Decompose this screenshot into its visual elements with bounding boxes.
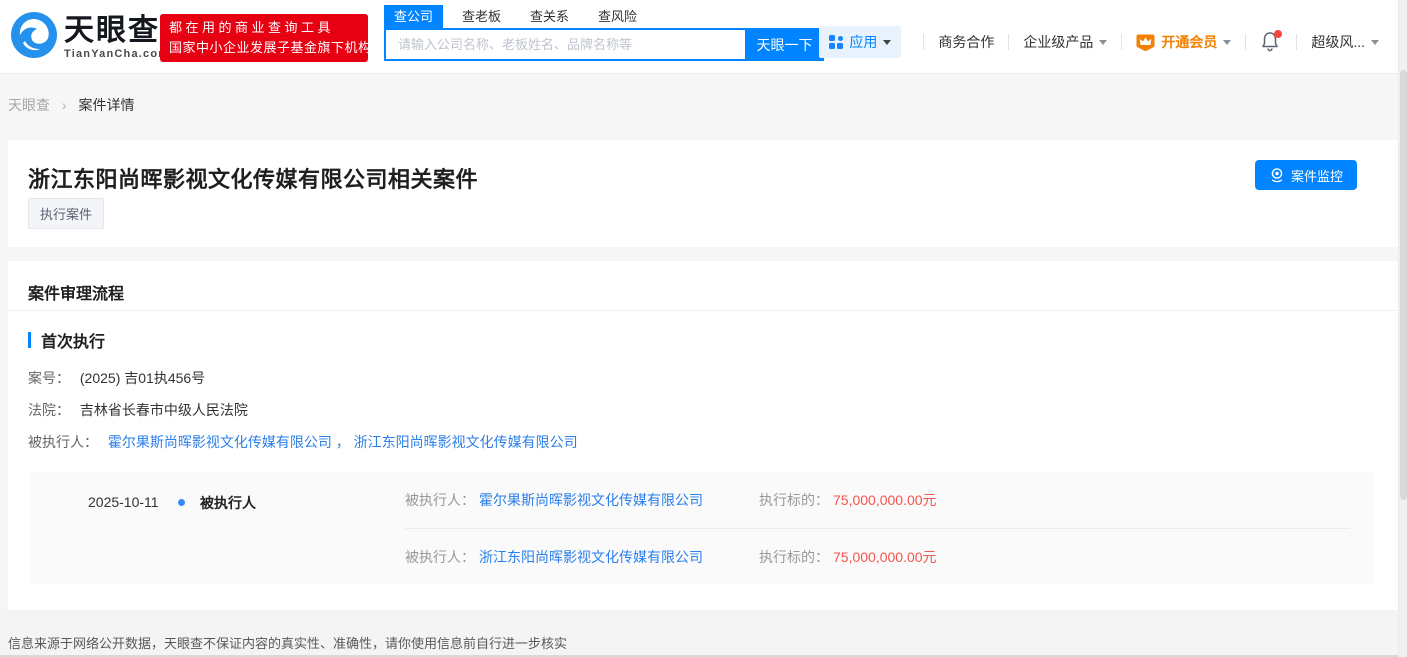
- apps-menu[interactable]: 应用: [819, 26, 902, 58]
- row-defendant-label: 被执行人：: [405, 492, 475, 508]
- site-header: 天眼查 TianYanCha.com 都在用的商业查询工具 国家中小企业发展子基…: [0, 0, 1407, 74]
- row-defendant-company-link[interactable]: 霍尔果斯尚晖影视文化传媒有限公司: [479, 490, 703, 510]
- nav-divider: [1121, 34, 1123, 50]
- search-button[interactable]: 天眼一下: [745, 28, 824, 61]
- header-nav: 应用 商务合作 企业级产品 开通会员 超级风...: [819, 25, 1379, 59]
- search-tabs: 查公司 查老板 查关系 查风险: [384, 5, 824, 28]
- nav-item-open-membership[interactable]: 开通会员: [1136, 32, 1232, 52]
- search-tab-company[interactable]: 查公司: [384, 5, 444, 28]
- breadcrumb-home[interactable]: 天眼查: [8, 97, 50, 113]
- notifications-bell-icon[interactable]: [1260, 30, 1283, 53]
- nav-divider: [1008, 34, 1010, 50]
- scrollbar-thumb[interactable]: [1400, 70, 1407, 500]
- case-monitor-button[interactable]: 案件监控: [1254, 160, 1357, 190]
- timeline-entry: 2025-10-11 被执行人 被执行人： 霍尔果斯尚晖影视文化传媒有限公司 执…: [30, 472, 1374, 584]
- defendant-company-link[interactable]: 浙江东阳尚晖影视文化传媒有限公司: [354, 434, 578, 450]
- row-amount-label: 执行标的：: [759, 492, 829, 508]
- logo-brand-text: 天眼查: [64, 14, 160, 47]
- page-footer: 信息来源于网络公开数据，天眼查不保证内容的真实性、准确性，请你使用信息前自行进一…: [0, 610, 1407, 657]
- nav-item-business-cooperation[interactable]: 商务合作: [938, 32, 994, 52]
- court-label: 法院：: [28, 402, 70, 418]
- defendants-field: 被执行人： 霍尔果斯尚晖影视文化传媒有限公司 ， 浙江东阳尚晖影视文化传媒有限公…: [28, 432, 578, 452]
- row-defendant-label: 被执行人：: [405, 548, 475, 565]
- promo-banner-line1: 都在用的商业查询工具: [169, 20, 335, 35]
- tianyancha-eye-icon: [10, 11, 58, 64]
- case-flow-card: 案件审理流程 首次执行 案号： (2025) 吉01执456号 法院： 吉林省长…: [8, 261, 1398, 610]
- monitor-camera-icon: [1271, 168, 1283, 183]
- section-divider: [8, 310, 1398, 311]
- chevron-down-icon: [883, 39, 892, 45]
- row-amount-label: 执行标的：: [759, 548, 829, 565]
- court-field: 法院： 吉林省长春市中级人民法院: [28, 400, 248, 420]
- nav-divider: [1245, 34, 1247, 50]
- chevron-down-icon: [1099, 39, 1108, 45]
- chevron-down-icon: [1371, 39, 1379, 45]
- defendants-separator: ，: [335, 434, 350, 450]
- logo-domain-text: TianYanCha.com: [64, 48, 170, 60]
- breadcrumb-current: 案件详情: [78, 97, 135, 113]
- breadcrumb: 天眼查 › 案件详情: [8, 95, 134, 115]
- open-membership-label: 开通会员: [1161, 34, 1218, 50]
- stage-accent-bar: [28, 332, 31, 348]
- timeline-date: 2025-10-11: [88, 494, 159, 510]
- timeline-detail-row: 被执行人： 霍尔果斯尚晖影视文化传媒有限公司 执行标的： 75,000,000.…: [405, 472, 1350, 528]
- court-value: 吉林省长春市中级人民法院: [79, 402, 248, 418]
- search-tab-risk[interactable]: 查风险: [588, 5, 647, 28]
- super-risk-label: 超级风...: [1311, 34, 1365, 50]
- search-tab-boss[interactable]: 查老板: [452, 5, 511, 28]
- app-grid-icon: [829, 35, 844, 49]
- case-number-label: 案号：: [28, 370, 70, 386]
- page-title: 浙江东阳尚晖影视文化传媒有限公司相关案件: [28, 167, 479, 192]
- promo-banner: 都在用的商业查询工具 国家中小企业发展子基金旗下机构: [160, 14, 372, 62]
- row-amount-value: 75,000,000.00元: [833, 548, 937, 565]
- search-input[interactable]: [384, 28, 745, 61]
- section-title: 案件审理流程: [28, 286, 125, 303]
- defendant-company-link[interactable]: 霍尔果斯尚晖影视文化传媒有限公司: [108, 434, 332, 450]
- row-defendant-company-link[interactable]: 浙江东阳尚晖影视文化传媒有限公司: [479, 547, 703, 567]
- timeline-event-title: 被执行人: [200, 495, 256, 511]
- row-amount-value: 75,000,000.00元: [833, 492, 937, 508]
- nav-item-super-risk[interactable]: 超级风...: [1311, 32, 1379, 52]
- defendants-label: 被执行人：: [28, 434, 98, 450]
- case-monitor-label: 案件监控: [1290, 168, 1343, 184]
- tianyancha-logo[interactable]: 天眼查 TianYanCha.com: [10, 11, 169, 64]
- nav-divider: [923, 34, 925, 50]
- search-module: 查公司 查老板 查关系 查风险 天眼一下: [384, 5, 824, 61]
- apps-menu-label: 应用: [849, 34, 878, 50]
- case-number-value: (2025) 吉01执456号: [79, 370, 206, 386]
- stage-title: 首次执行: [41, 334, 106, 351]
- case-number-field: 案号： (2025) 吉01执456号: [28, 368, 205, 388]
- timeline-detail-row: 被执行人： 浙江东阳尚晖影视文化传媒有限公司 执行标的： 75,000,000.…: [405, 528, 1350, 584]
- case-type-tag: 执行案件: [28, 198, 105, 229]
- nav-item-enterprise-products[interactable]: 企业级产品: [1023, 32, 1108, 52]
- search-tab-relation[interactable]: 查关系: [520, 5, 579, 28]
- notification-badge: [1274, 30, 1283, 38]
- enterprise-products-label: 企业级产品: [1023, 34, 1094, 50]
- promo-banner-line2: 国家中小企业发展子基金旗下机构: [169, 40, 372, 55]
- breadcrumb-separator: ›: [61, 97, 67, 113]
- nav-divider: [1296, 34, 1298, 50]
- footer-disclaimer: 信息来源于网络公开数据，天眼查不保证内容的真实性、准确性，请你使用信息前自行进一…: [8, 636, 568, 651]
- stage-header: 首次执行: [28, 328, 105, 352]
- page-scrollbar[interactable]: [1398, 0, 1407, 657]
- case-title-card: 浙江东阳尚晖影视文化传媒有限公司相关案件 执行案件 案件监控: [8, 140, 1398, 247]
- crown-icon: [1136, 34, 1155, 51]
- timeline-dot-icon: [178, 499, 185, 506]
- chevron-down-icon: [1223, 39, 1232, 45]
